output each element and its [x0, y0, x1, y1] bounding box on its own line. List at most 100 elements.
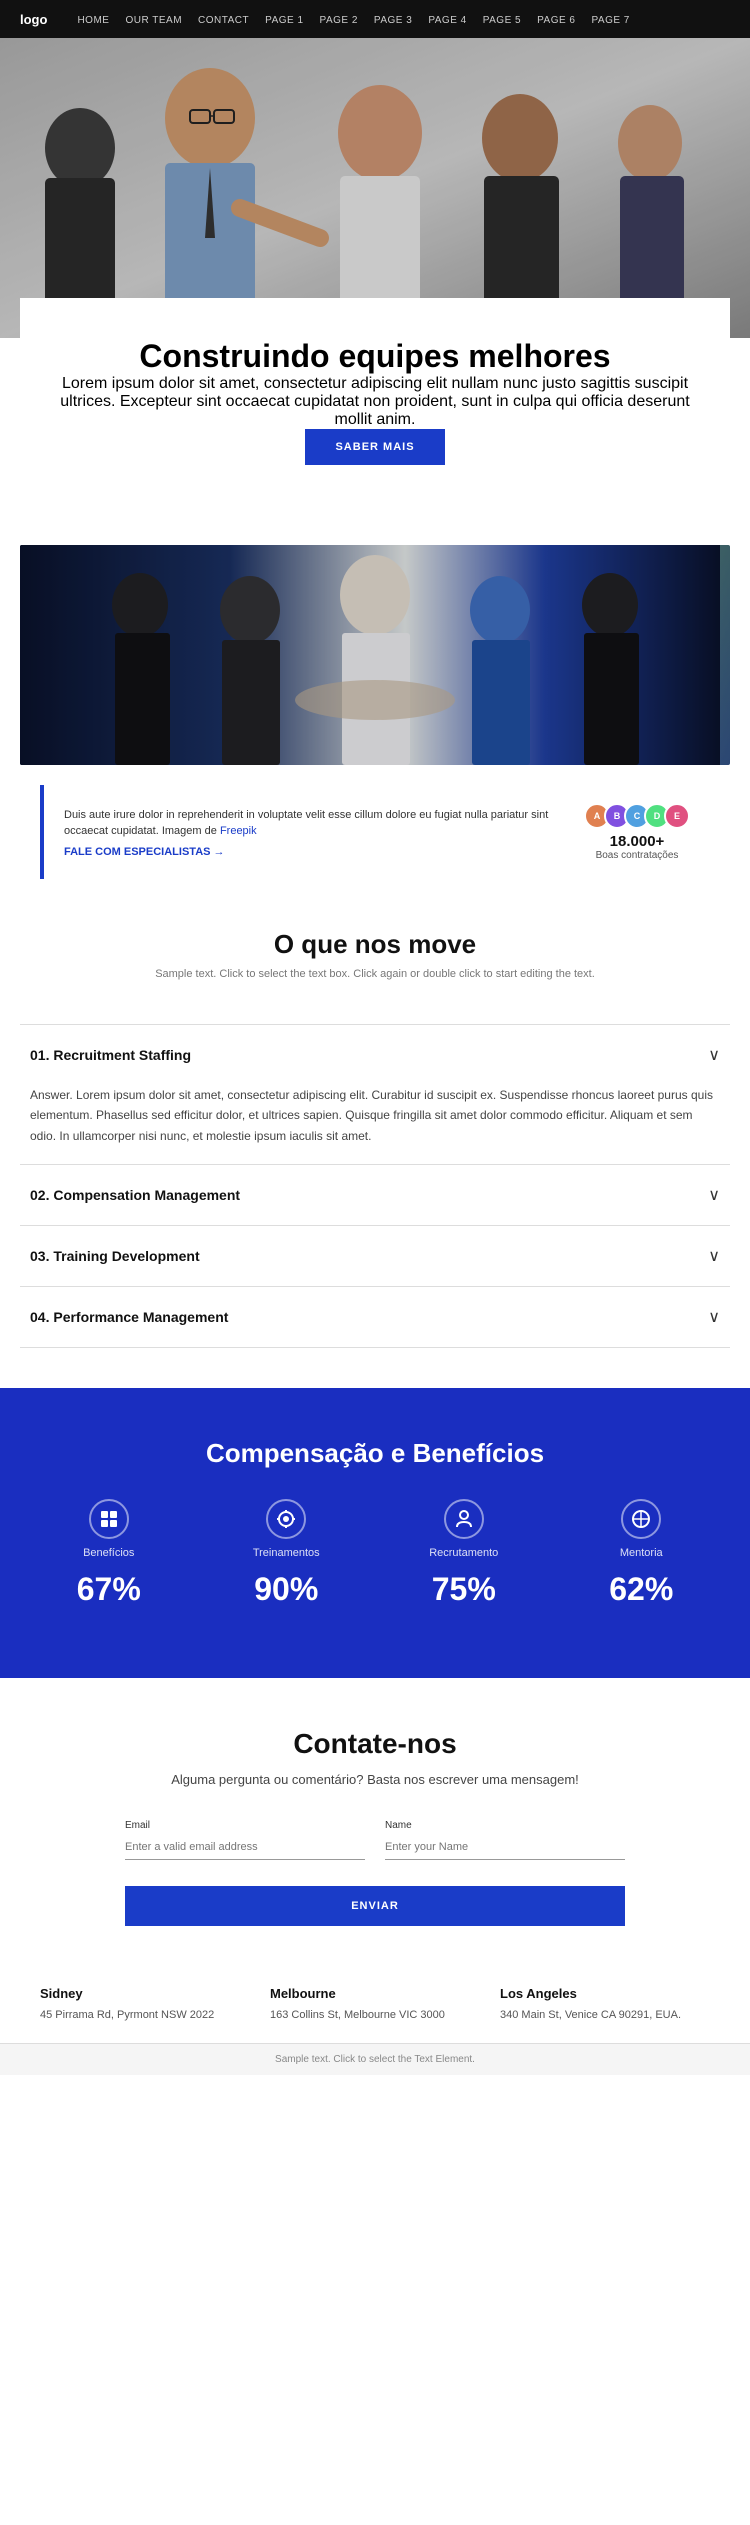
hero-section: [0, 38, 750, 338]
office-city-1: Sidney: [40, 1986, 250, 2001]
benefit-icon-4: [621, 1499, 661, 1539]
section-what: O que nos move Sample text. Click to sel…: [0, 879, 750, 1024]
name-input[interactable]: [385, 1835, 625, 1860]
hero-image: [0, 38, 750, 338]
name-group: Name: [385, 1820, 625, 1860]
stats-right: A B C D E 18.000+ Boas contratações: [584, 803, 690, 861]
benefit-icon-2: [266, 1499, 306, 1539]
office-la: Los Angeles 340 Main St, Venice CA 90291…: [500, 1986, 710, 2024]
accordion-title-2: 02. Compensation Management: [30, 1187, 240, 1203]
saber-mais-button[interactable]: SABER MAIS: [305, 429, 444, 465]
office-city-2: Melbourne: [270, 1986, 480, 2001]
benefit-label-3: Recrutamento: [429, 1547, 498, 1559]
nav-page1[interactable]: PAGE 1: [265, 15, 303, 26]
chevron-icon-3: ∨: [708, 1246, 720, 1266]
accordion-header-1[interactable]: 01. Recruitment Staffing ∨: [20, 1025, 730, 1085]
accordion-title-1: 01. Recruitment Staffing: [30, 1047, 191, 1063]
team-photo: [20, 545, 730, 765]
nav-links: HOME OUR TEAM CONTACT PAGE 1 PAGE 2 PAGE…: [77, 10, 629, 28]
intro-title: Construindo equipes melhores: [50, 338, 700, 375]
fale-especialistas-link[interactable]: FALE COM ESPECIALISTAS →: [64, 846, 564, 858]
chevron-icon-2: ∨: [708, 1185, 720, 1205]
benefit-label-4: Mentoria: [620, 1547, 663, 1559]
contact-section: Contate-nos Alguma pergunta ou comentári…: [0, 1678, 750, 1956]
accordion-item-2: 02. Compensation Management ∨: [20, 1165, 730, 1226]
nav-page2[interactable]: PAGE 2: [320, 15, 358, 26]
stats-label: Boas contratações: [596, 850, 679, 861]
footer-note: Sample text. Click to select the Text El…: [0, 2043, 750, 2075]
section-what-subtitle: Sample text. Click to select the text bo…: [30, 968, 720, 980]
benefit-percent-2: 90%: [254, 1571, 318, 1608]
accordion-header-4[interactable]: 04. Performance Management ∨: [20, 1287, 730, 1347]
benefit-percent-1: 67%: [77, 1571, 141, 1608]
freepik-link[interactable]: Freepik: [220, 825, 257, 837]
hero-svg: [0, 38, 750, 338]
footer-text: Sample text. Click to select the Text El…: [275, 2054, 475, 2065]
beneficios-icon: [98, 1508, 120, 1530]
mentoria-icon: [630, 1508, 652, 1530]
office-melbourne: Melbourne 163 Collins St, Melbourne VIC …: [270, 1986, 480, 2024]
office-city-3: Los Angeles: [500, 1986, 710, 2001]
stats-count: 18.000+: [610, 833, 665, 850]
avatar-group: A B C D E: [584, 803, 690, 829]
nav-contact[interactable]: CONTACT: [198, 15, 249, 26]
email-group: Email: [125, 1820, 365, 1860]
office-address-3: 340 Main St, Venice CA 90291, EUA.: [500, 2007, 710, 2024]
stats-description: Duis aute irure dolor in reprehenderit i…: [64, 807, 564, 840]
nav-page4[interactable]: PAGE 4: [428, 15, 466, 26]
name-label: Name: [385, 1820, 625, 1831]
nav-page7[interactable]: PAGE 7: [591, 15, 629, 26]
blue-section-title: Compensação e Benefícios: [30, 1438, 720, 1469]
stats-text-block: Duis aute irure dolor in reprehenderit i…: [64, 807, 564, 858]
nav-page5[interactable]: PAGE 5: [483, 15, 521, 26]
benefit-item-3: Recrutamento 75%: [385, 1499, 543, 1608]
accordion-title-4: 04. Performance Management: [30, 1309, 228, 1325]
accordion-header-2[interactable]: 02. Compensation Management ∨: [20, 1165, 730, 1225]
accordion-item-4: 04. Performance Management ∨: [20, 1287, 730, 1348]
intro-content: Construindo equipes melhores Lorem ipsum…: [50, 338, 700, 465]
benefit-label-1: Benefícios: [83, 1547, 134, 1559]
benefit-icon-3: [444, 1499, 484, 1539]
email-input[interactable]: [125, 1835, 365, 1860]
navbar: logo HOME OUR TEAM CONTACT PAGE 1 PAGE 2…: [0, 0, 750, 38]
benefit-icon-1: [89, 1499, 129, 1539]
nav-home[interactable]: HOME: [77, 15, 109, 26]
contact-title: Contate-nos: [40, 1728, 710, 1760]
nav-page3[interactable]: PAGE 3: [374, 15, 412, 26]
recrutamento-icon: [453, 1508, 475, 1530]
office-sidney: Sidney 45 Pirrama Rd, Pyrmont NSW 2022: [40, 1986, 250, 2024]
form-row: Email Name: [125, 1820, 625, 1860]
benefit-percent-3: 75%: [432, 1571, 496, 1608]
nav-our-team[interactable]: OUR TEAM: [125, 15, 182, 26]
accordion-answer-1: Answer. Lorem ipsum dolor sit amet, cons…: [30, 1085, 720, 1146]
chevron-icon-1: ∨: [708, 1045, 720, 1065]
accordion-item-1: 01. Recruitment Staffing ∨ Answer. Lorem…: [20, 1025, 730, 1165]
accordion-title-3: 03. Training Development: [30, 1248, 200, 1264]
contact-form: Email Name ENVIAR: [125, 1820, 625, 1926]
accordion-body-1: Answer. Lorem ipsum dolor sit amet, cons…: [20, 1085, 730, 1164]
send-button[interactable]: ENVIAR: [125, 1886, 625, 1926]
accordion: 01. Recruitment Staffing ∨ Answer. Lorem…: [20, 1024, 730, 1348]
blue-section: Compensação e Benefícios Benefícios 67%: [0, 1388, 750, 1678]
benefit-item-4: Mentoria 62%: [563, 1499, 721, 1608]
treinamentos-icon: [275, 1508, 297, 1530]
benefit-item-1: Benefícios 67%: [30, 1499, 188, 1608]
benefit-percent-4: 62%: [609, 1571, 673, 1608]
contact-subtitle: Alguma pergunta ou comentário? Basta nos…: [40, 1770, 710, 1790]
section-what-title: O que nos move: [30, 929, 720, 960]
accordion-item-3: 03. Training Development ∨: [20, 1226, 730, 1287]
logo[interactable]: logo: [20, 12, 47, 27]
office-address-1: 45 Pirrama Rd, Pyrmont NSW 2022: [40, 2007, 250, 2024]
stats-bar: Duis aute irure dolor in reprehenderit i…: [40, 785, 710, 879]
email-label: Email: [125, 1820, 365, 1831]
nav-page6[interactable]: PAGE 6: [537, 15, 575, 26]
intro-card: Construindo equipes melhores Lorem ipsum…: [20, 298, 730, 495]
benefit-item-2: Treinamentos 90%: [208, 1499, 366, 1608]
stats-container: Duis aute irure dolor in reprehenderit i…: [0, 785, 750, 879]
accordion-header-3[interactable]: 03. Training Development ∨: [20, 1226, 730, 1286]
intro-description: Lorem ipsum dolor sit amet, consectetur …: [50, 375, 700, 429]
handshake-svg: [20, 545, 720, 765]
chevron-icon-4: ∨: [708, 1307, 720, 1327]
avatar: E: [664, 803, 690, 829]
team-photo-section: [0, 525, 750, 785]
